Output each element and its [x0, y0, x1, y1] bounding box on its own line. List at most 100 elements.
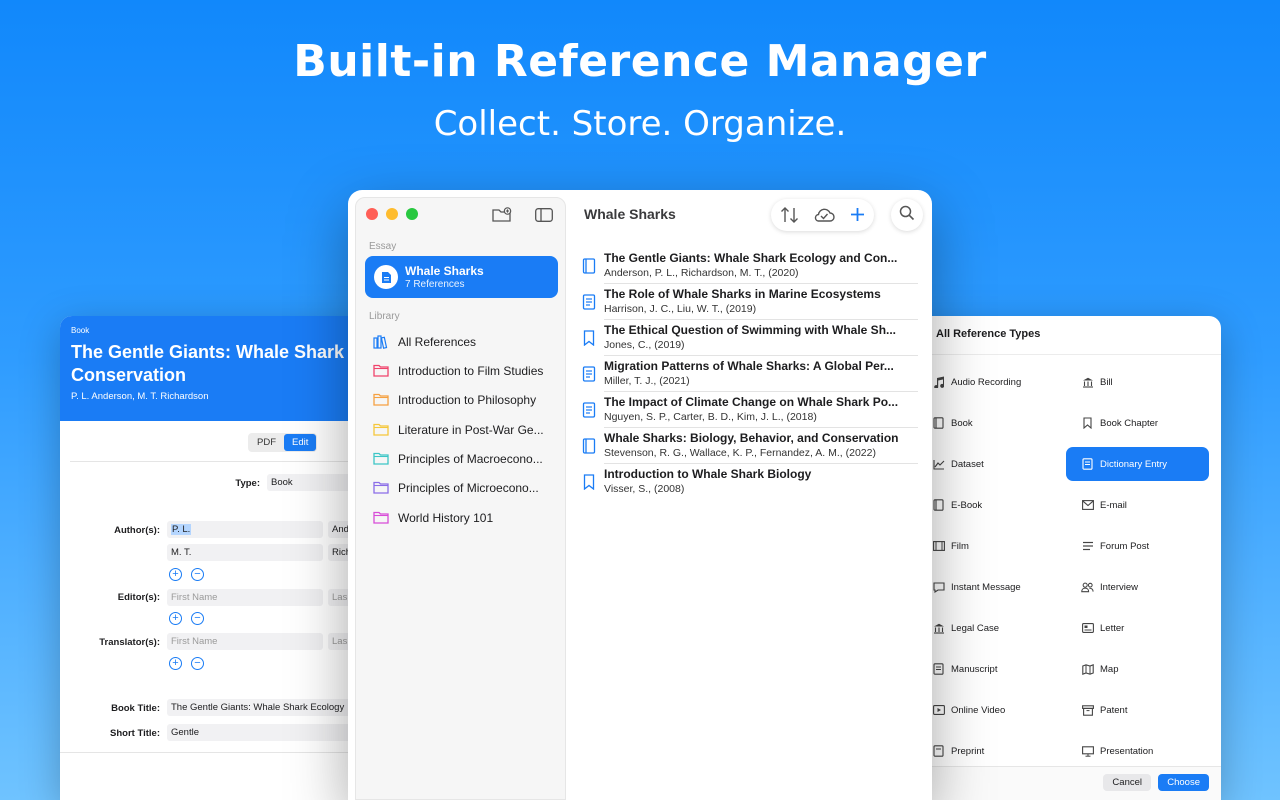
- editor-first-name[interactable]: First Name: [167, 589, 323, 606]
- folder-icon: [373, 511, 389, 525]
- document-icon: [582, 402, 596, 418]
- reference-title: The Gentle Giants: Whale Shark Ecology a…: [604, 251, 898, 265]
- sidebar-item-world-history-101[interactable]: World History 101: [373, 508, 553, 528]
- archive-box-icon: [1081, 704, 1094, 717]
- library-section-label: Library: [369, 311, 400, 322]
- reference-title: The Ethical Question of Swimming with Wh…: [604, 323, 897, 337]
- chart-icon: [932, 458, 945, 471]
- reference-edit-panel: Book The Gentle Giants: Whale Shark Cons…: [60, 316, 380, 800]
- chat-bubble-icon: [932, 581, 945, 594]
- sidebar-toggle-icon[interactable]: [535, 208, 553, 227]
- play-icon: [932, 704, 945, 717]
- folder-icon: [373, 393, 389, 407]
- envelope-icon: [1081, 499, 1094, 512]
- search-icon: [899, 205, 915, 226]
- type-dictionary-entry[interactable]: Dictionary Entry: [1066, 447, 1209, 481]
- add-editor-button[interactable]: +: [169, 612, 182, 625]
- cancel-button[interactable]: Cancel: [1103, 774, 1151, 791]
- hero-subtitle: Collect. Store. Organize.: [433, 104, 847, 144]
- people-icon: [1081, 581, 1094, 594]
- reference-title: The Impact of Climate Change on Whale Sh…: [604, 395, 899, 409]
- type-legal-case[interactable]: Legal Case: [917, 611, 1060, 645]
- document-icon: [582, 366, 596, 382]
- pdf-tab[interactable]: PDF: [249, 434, 284, 451]
- sort-icon[interactable]: [780, 206, 799, 229]
- type-preprint[interactable]: Preprint: [917, 734, 1060, 768]
- type-letter[interactable]: Letter: [1066, 611, 1209, 645]
- main-window: Essay Whale Sharks 7 References Library …: [348, 190, 932, 800]
- divider: [604, 427, 918, 428]
- add-translator-button[interactable]: +: [169, 657, 182, 670]
- type-online-video[interactable]: Online Video: [917, 693, 1060, 727]
- sidebar-item-introduction-to-film-studies[interactable]: Introduction to Film Studies: [373, 361, 553, 381]
- reference-row[interactable]: The Ethical Question of Swimming with Wh…: [581, 323, 919, 359]
- reference-authors: P. L. Anderson, M. T. Richardson: [71, 391, 209, 402]
- reference-row[interactable]: Migration Patterns of Whale Sharks: A Gl…: [581, 359, 919, 395]
- type-forum-post[interactable]: Forum Post: [1066, 529, 1209, 563]
- type-patent[interactable]: Patent: [1066, 693, 1209, 727]
- type-book-chapter[interactable]: Book Chapter: [1066, 406, 1209, 440]
- books-icon: [373, 335, 389, 349]
- bookmark-icon: [1081, 417, 1094, 430]
- view-mode-segmented-control: PDF Edit: [248, 433, 318, 452]
- music-note-icon: [932, 376, 945, 389]
- sidebar-item-literature-in-post-war[interactable]: Literature in Post-War Ge...: [373, 420, 553, 440]
- close-window-button[interactable]: [366, 208, 378, 220]
- type-instant-message[interactable]: Instant Message: [917, 570, 1060, 604]
- type-presentation[interactable]: Presentation: [1066, 734, 1209, 768]
- type-e-mail[interactable]: E-mail: [1066, 488, 1209, 522]
- essay-name: Whale Sharks: [405, 264, 484, 278]
- author-1-first-name[interactable]: P. L.: [167, 521, 323, 538]
- divider: [900, 354, 1221, 355]
- search-button[interactable]: [891, 199, 923, 231]
- type-dataset[interactable]: Dataset: [917, 447, 1060, 481]
- folder-icon: [373, 423, 389, 437]
- divider: [60, 752, 380, 753]
- type-e-book[interactable]: E-Book: [917, 488, 1060, 522]
- types-panel-footer: Cancel Choose: [900, 766, 1221, 800]
- minimize-window-button[interactable]: [386, 208, 398, 220]
- type-manuscript[interactable]: Manuscript: [917, 652, 1060, 686]
- divider: [604, 319, 918, 320]
- remove-author-button[interactable]: −: [191, 568, 204, 581]
- reference-title: The Gentle Giants: Whale Shark Conservat…: [71, 341, 368, 387]
- reference-row[interactable]: The Gentle Giants: Whale Shark Ecology a…: [581, 251, 919, 287]
- reference-row[interactable]: Whale Sharks: Biology, Behavior, and Con…: [581, 431, 919, 467]
- building-columns-icon: [1081, 376, 1094, 389]
- translator-first-name[interactable]: First Name: [167, 633, 323, 650]
- type-film[interactable]: Film: [917, 529, 1060, 563]
- edit-tab[interactable]: Edit: [284, 434, 317, 451]
- sidebar-item-principles-of-microeconomics[interactable]: Principles of Microecono...: [373, 478, 553, 498]
- types-panel-title: All Reference Types: [936, 328, 1041, 340]
- reference-types-panel: All Reference Types Audio Recording Book…: [900, 316, 1221, 800]
- reference-row[interactable]: The Role of Whale Sharks in Marine Ecosy…: [581, 287, 919, 323]
- cloud-sync-icon[interactable]: [813, 207, 835, 228]
- new-folder-icon[interactable]: [492, 207, 512, 228]
- remove-editor-button[interactable]: −: [191, 612, 204, 625]
- toolbar-group: [771, 199, 874, 231]
- type-map[interactable]: Map: [1066, 652, 1209, 686]
- type-book[interactable]: Book: [917, 406, 1060, 440]
- essay-section-label: Essay: [369, 241, 397, 252]
- reference-authors: Stevenson, R. G., Wallace, K. P., Fernan…: [604, 447, 876, 459]
- folder-icon: [373, 452, 389, 466]
- sidebar-item-all-references[interactable]: All References: [373, 332, 553, 352]
- sidebar: Essay Whale Sharks 7 References Library …: [355, 197, 566, 800]
- author-2-first-name[interactable]: M. T.: [167, 544, 323, 561]
- reference-row[interactable]: The Impact of Climate Change on Whale Sh…: [581, 395, 919, 431]
- sidebar-item-principles-of-macroeconomics[interactable]: Principles of Macroecono...: [373, 449, 553, 469]
- add-author-button[interactable]: +: [169, 568, 182, 581]
- add-icon[interactable]: [850, 207, 865, 227]
- type-interview[interactable]: Interview: [1066, 570, 1209, 604]
- sidebar-item-whale-sharks[interactable]: Whale Sharks 7 References: [365, 256, 558, 298]
- reference-authors: Nguyen, S. P., Carter, B. D., Kim, J. L.…: [604, 411, 817, 423]
- sidebar-item-introduction-to-philosophy[interactable]: Introduction to Philosophy: [373, 390, 553, 410]
- type-bill[interactable]: Bill: [1066, 365, 1209, 399]
- choose-button[interactable]: Choose: [1158, 774, 1209, 791]
- remove-translator-button[interactable]: −: [191, 657, 204, 670]
- letter-icon: [1081, 622, 1094, 635]
- type-audio-recording[interactable]: Audio Recording: [917, 365, 1060, 399]
- book-icon: [582, 258, 596, 274]
- reference-row[interactable]: Introduction to Whale Shark Biology Viss…: [581, 467, 919, 503]
- zoom-window-button[interactable]: [406, 208, 418, 220]
